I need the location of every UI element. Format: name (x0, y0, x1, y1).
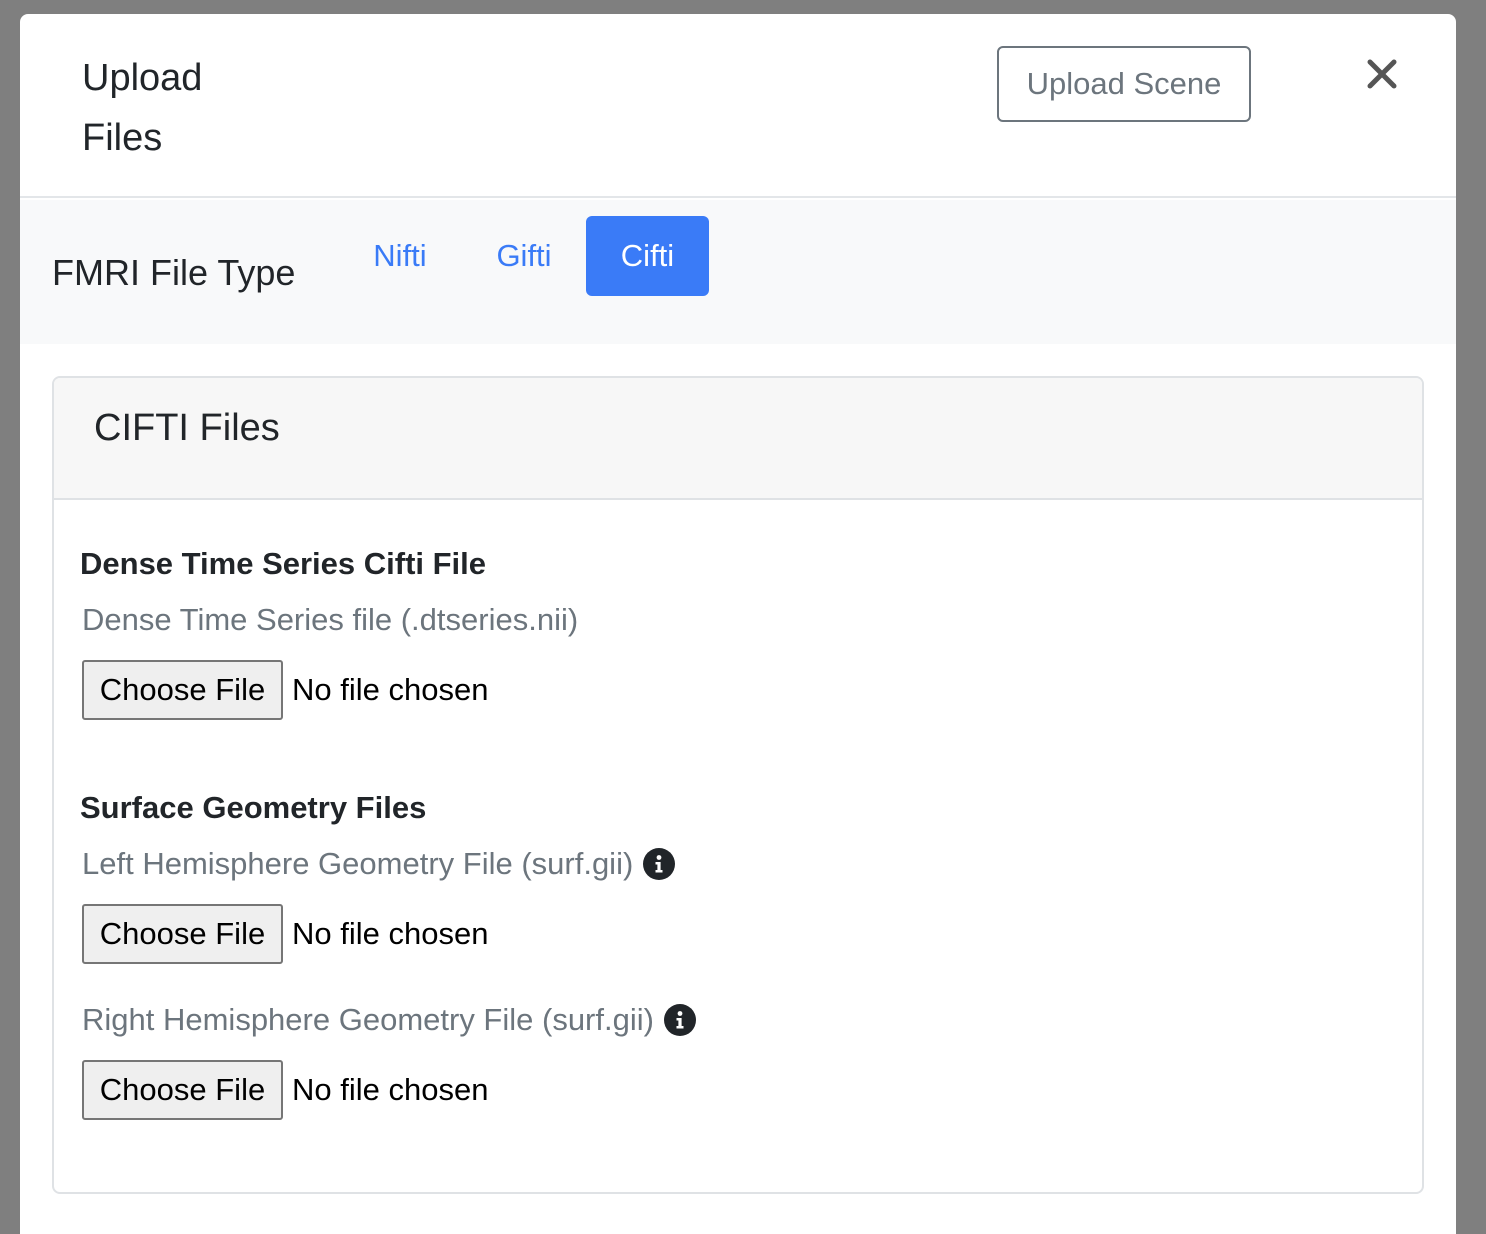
fmri-file-type-label: FMRI File Type (52, 252, 296, 293)
file-status-text: No file chosen (292, 1072, 489, 1107)
surface-geometry-heading: Surface Geometry Files (80, 790, 427, 825)
dense-time-series-heading: Dense Time Series Cifti File (80, 546, 487, 581)
right-hemisphere-file-input[interactable]: Choose File No file chosen (82, 1060, 488, 1120)
file-status-text: No file chosen (292, 916, 489, 951)
left-hemisphere-field-label: Left Hemisphere Geometry File (surf.gii) (82, 844, 676, 884)
dtseries-label-text: Dense Time Series file (.dtseries.nii) (82, 602, 579, 637)
right-hemisphere-label-text: Right Hemisphere Geometry File (surf.gii… (82, 1002, 654, 1037)
close-icon (1367, 59, 1397, 89)
upload-files-modal: Upload Files Upload Scene FMRI File Type… (20, 14, 1456, 1234)
tab-nifti[interactable]: Nifti (350, 216, 450, 296)
upload-scene-button[interactable]: Upload Scene (997, 46, 1251, 122)
info-icon[interactable] (663, 1004, 696, 1036)
tab-gifti[interactable]: Gifti (474, 216, 574, 296)
dtseries-file-input[interactable]: Choose File No file chosen (82, 660, 488, 720)
modal-header: Upload Files Upload Scene (20, 14, 1456, 198)
left-hemisphere-file-input[interactable]: Choose File No file chosen (82, 904, 488, 964)
tab-cifti[interactable]: Cifti (586, 216, 709, 296)
close-button[interactable] (1360, 52, 1404, 96)
modal-title: Upload Files (82, 57, 203, 159)
info-icon[interactable] (643, 848, 676, 880)
right-hemisphere-field-label: Right Hemisphere Geometry File (surf.gii… (82, 1000, 696, 1040)
dtseries-field-label: Dense Time Series file (.dtseries.nii) (82, 600, 578, 640)
card-header: CIFTI Files (54, 378, 1422, 500)
file-type-navbar: FMRI File Type Nifti Gifti Cifti (20, 200, 1456, 344)
choose-file-button[interactable]: Choose File (82, 904, 283, 964)
file-status-text: No file chosen (292, 672, 489, 707)
cifti-files-card: CIFTI Files Dense Time Series Cifti File… (52, 376, 1424, 1194)
choose-file-button[interactable]: Choose File (82, 1060, 283, 1120)
choose-file-button[interactable]: Choose File (82, 660, 283, 720)
left-hemisphere-label-text: Left Hemisphere Geometry File (surf.gii) (82, 846, 634, 881)
card-title: CIFTI Files (94, 407, 280, 449)
